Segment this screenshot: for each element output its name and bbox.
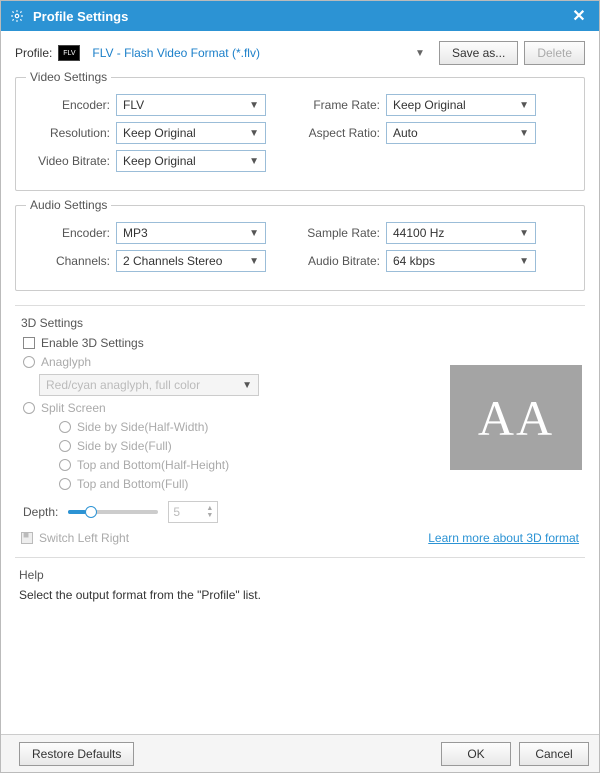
profile-row: Profile: FLV FLV - Flash Video Format (*…: [15, 41, 585, 65]
restore-defaults-button[interactable]: Restore Defaults: [19, 742, 134, 766]
chevron-down-icon: ▼: [249, 100, 259, 111]
chevron-down-icon: ▼: [249, 228, 259, 239]
delete-button: Delete: [524, 41, 585, 65]
learn-more-link[interactable]: Learn more about 3D format: [428, 531, 579, 545]
content-area: Profile: FLV FLV - Flash Video Format (*…: [1, 31, 599, 734]
close-icon[interactable]: ✕: [567, 6, 591, 26]
window-title: Profile Settings: [33, 9, 567, 24]
audio-group-label: Audio Settings: [26, 198, 111, 212]
frame-rate-select[interactable]: Keep Original▼: [386, 94, 536, 116]
depth-spinner: 5 ▲▼: [168, 501, 218, 523]
anaglyph-label: Anaglyph: [41, 355, 91, 369]
anaglyph-radio: [23, 356, 35, 368]
chevron-down-icon: ▼: [242, 380, 252, 391]
help-group-label: Help: [19, 568, 581, 582]
spinner-down-icon: ▼: [206, 512, 213, 519]
video-encoder-select[interactable]: FLV▼: [116, 94, 266, 116]
audio-bitrate-select[interactable]: 64 kbps▼: [386, 250, 536, 272]
frame-rate-label: Frame Rate:: [296, 98, 380, 112]
chevron-down-icon: ▼: [519, 228, 529, 239]
enable-3d-label: Enable 3D Settings: [41, 336, 144, 350]
resolution-label: Resolution:: [26, 126, 110, 140]
enable-3d-checkbox[interactable]: [23, 337, 35, 349]
chevron-down-icon: ▼: [249, 156, 259, 167]
anaglyph-mode-select: Red/cyan anaglyph, full color▼: [39, 374, 259, 396]
video-bitrate-label: Video Bitrate:: [26, 154, 110, 168]
sbs-full-radio: [59, 440, 71, 452]
depth-slider[interactable]: [68, 510, 158, 514]
chevron-down-icon: ▼: [519, 256, 529, 267]
footer: Restore Defaults OK Cancel: [1, 734, 599, 772]
split-screen-radio: [23, 402, 35, 414]
profile-select[interactable]: FLV - Flash Video Format (*.flv) ▼: [86, 42, 431, 64]
threed-group-label: 3D Settings: [21, 316, 585, 330]
sample-rate-select[interactable]: 44100 Hz▼: [386, 222, 536, 244]
sbs-full-label: Side by Side(Full): [77, 439, 172, 453]
resolution-select[interactable]: Keep Original▼: [116, 122, 266, 144]
chevron-down-icon: ▼: [249, 256, 259, 267]
channels-label: Channels:: [26, 254, 110, 268]
video-group-label: Video Settings: [26, 70, 111, 84]
switch-lr-label: Switch Left Right: [39, 531, 129, 545]
audio-encoder-label: Encoder:: [26, 226, 110, 240]
save-as-button[interactable]: Save as...: [439, 41, 518, 65]
tb-full-label: Top and Bottom(Full): [77, 477, 188, 491]
audio-encoder-select[interactable]: MP3▼: [116, 222, 266, 244]
video-settings-group: Video Settings Encoder: FLV▼ Frame Rate:…: [15, 77, 585, 191]
sbs-half-radio: [59, 421, 71, 433]
ok-button[interactable]: OK: [441, 742, 511, 766]
help-text: Select the output format from the "Profi…: [19, 588, 581, 602]
chevron-down-icon: ▼: [249, 128, 259, 139]
channels-select[interactable]: 2 Channels Stereo▼: [116, 250, 266, 272]
tb-half-radio: [59, 459, 71, 471]
video-encoder-label: Encoder:: [26, 98, 110, 112]
sbs-half-label: Side by Side(Half-Width): [77, 420, 208, 434]
chevron-down-icon: ▼: [519, 100, 529, 111]
audio-settings-group: Audio Settings Encoder: MP3▼ Sample Rate…: [15, 205, 585, 291]
video-bitrate-select[interactable]: Keep Original▼: [116, 150, 266, 172]
profile-select-value: FLV - Flash Video Format (*.flv): [92, 46, 260, 60]
tb-full-radio: [59, 478, 71, 490]
depth-label: Depth:: [23, 505, 58, 519]
tb-half-label: Top and Bottom(Half-Height): [77, 458, 229, 472]
split-screen-label: Split Screen: [41, 401, 106, 415]
preview-aa-icon: AA: [478, 389, 554, 447]
gear-icon: [9, 8, 25, 24]
profile-label: Profile:: [15, 46, 52, 60]
cancel-button[interactable]: Cancel: [519, 742, 589, 766]
sample-rate-label: Sample Rate:: [296, 226, 380, 240]
aspect-ratio-select[interactable]: Auto▼: [386, 122, 536, 144]
titlebar: Profile Settings ✕: [1, 1, 599, 31]
chevron-down-icon: ▼: [415, 48, 425, 59]
threed-preview: AA: [450, 365, 582, 470]
spinner-up-icon: ▲: [206, 505, 213, 512]
flv-format-icon: FLV: [58, 45, 80, 61]
aspect-ratio-label: Aspect Ratio:: [296, 126, 380, 140]
help-group: Help Select the output format from the "…: [15, 557, 585, 602]
audio-bitrate-label: Audio Bitrate:: [296, 254, 380, 268]
chevron-down-icon: ▼: [519, 128, 529, 139]
switch-lr-checkbox: [21, 532, 33, 544]
